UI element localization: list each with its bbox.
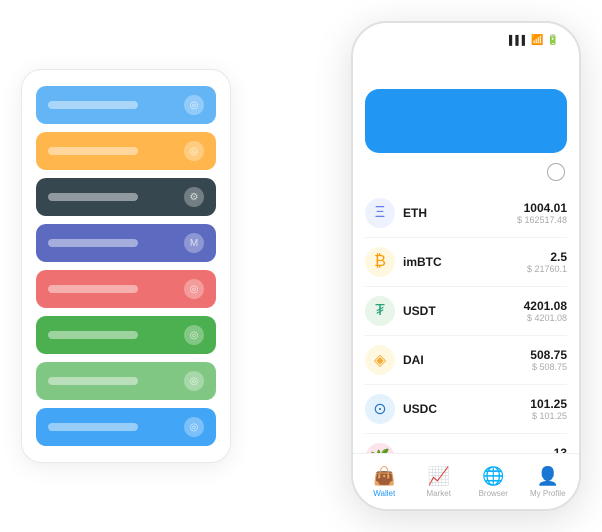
wallet-nav-icon: 👜 <box>373 466 395 487</box>
signal-icon: ▌▌▌ <box>509 35 528 45</box>
token-balance: 4201.08$ 4201.08 <box>524 299 567 323</box>
token-amount: 4201.08 <box>524 299 567 313</box>
card-item[interactable]: M <box>36 224 216 262</box>
phone-header <box>353 51 579 89</box>
token-amount: 2.5 <box>527 250 567 264</box>
token-amount: 101.25 <box>530 397 567 411</box>
token-value: $ 21760.1 <box>527 264 567 274</box>
token-amount: 508.75 <box>530 348 567 362</box>
scene: ◎ ◎ ⚙ M ◎ ◎ ◎ ◎ ▌▌▌ 📶 🔋 <box>11 11 591 521</box>
browser-nav-icon: 🌐 <box>482 466 504 487</box>
nav-item-market[interactable]: 📈 Market <box>412 466 467 498</box>
token-balance: 2.5$ 21760.1 <box>527 250 567 274</box>
token-value: $ 101.25 <box>530 411 567 421</box>
token-icon: Ξ <box>365 198 395 228</box>
token-icon: ◈ <box>365 345 395 375</box>
phone: ▌▌▌ 📶 🔋 <box>351 21 581 511</box>
market-nav-icon: 📈 <box>428 466 450 487</box>
nav-label: Wallet <box>373 489 395 498</box>
token-balance: 508.75$ 508.75 <box>530 348 567 372</box>
card-item[interactable]: ⚙ <box>36 178 216 216</box>
card-item[interactable]: ◎ <box>36 316 216 354</box>
token-amount: 13 <box>554 446 567 453</box>
card-item[interactable]: ◎ <box>36 362 216 400</box>
battery-icon: 🔋 <box>547 35 559 46</box>
token-icon: ⊙ <box>365 394 395 424</box>
token-icon: 🌿 <box>365 443 395 453</box>
eth-card-balance <box>379 115 553 141</box>
token-item[interactable]: ₮ USDT4201.08$ 4201.08 <box>365 287 567 336</box>
token-balance: 1004.01$ 162517.48 <box>517 201 567 225</box>
card-item[interactable]: ◎ <box>36 408 216 446</box>
token-name: USDC <box>403 402 530 416</box>
eth-card <box>365 89 567 153</box>
nav-label: Browser <box>479 489 508 498</box>
token-icon: ₮ <box>365 296 395 326</box>
token-value: $ 4201.08 <box>524 313 567 323</box>
token-item[interactable]: ◈ DAI508.75$ 508.75 <box>365 336 567 385</box>
token-amount: 1004.01 <box>517 201 567 215</box>
status-icons: ▌▌▌ 📶 🔋 <box>509 35 559 46</box>
token-item[interactable]: ₿ imBTC2.5$ 21760.1 <box>365 238 567 287</box>
card-item[interactable]: ◎ <box>36 270 216 308</box>
card-list: ◎ ◎ ⚙ M ◎ ◎ ◎ ◎ <box>21 69 231 463</box>
nav-label: Market <box>427 489 451 498</box>
token-value: $ 508.75 <box>530 362 567 372</box>
token-list: Ξ ETH1004.01$ 162517.48 ₿ imBTC2.5$ 21760.1… <box>353 189 579 453</box>
token-name: DAI <box>403 353 530 367</box>
status-bar: ▌▌▌ 📶 🔋 <box>353 23 579 51</box>
token-item[interactable]: ⊙ USDC101.25$ 101.25 <box>365 385 567 434</box>
nav-item-wallet[interactable]: 👜 Wallet <box>357 466 412 498</box>
nav-label: My Profile <box>530 489 566 498</box>
wifi-icon: 📶 <box>531 35 543 46</box>
token-balance: 101.25$ 101.25 <box>530 397 567 421</box>
token-value: $ 162517.48 <box>517 215 567 225</box>
token-name: ETH <box>403 206 517 220</box>
token-item[interactable]: Ξ ETH1004.01$ 162517.48 <box>365 189 567 238</box>
assets-header <box>353 163 579 189</box>
token-item[interactable]: 🌿TFT130 <box>365 434 567 453</box>
bottom-nav: 👜 Wallet 📈 Market 🌐 Browser 👤 My Profile <box>353 453 579 509</box>
profile-nav-icon: 👤 <box>537 466 559 487</box>
token-name: imBTC <box>403 255 527 269</box>
token-name: USDT <box>403 304 524 318</box>
token-balance: 130 <box>554 446 567 453</box>
card-item[interactable]: ◎ <box>36 86 216 124</box>
token-icon: ₿ <box>365 247 395 277</box>
add-token-button[interactable] <box>547 163 565 181</box>
nav-item-browser[interactable]: 🌐 Browser <box>466 466 521 498</box>
nav-item-my-profile[interactable]: 👤 My Profile <box>521 466 576 498</box>
card-item[interactable]: ◎ <box>36 132 216 170</box>
